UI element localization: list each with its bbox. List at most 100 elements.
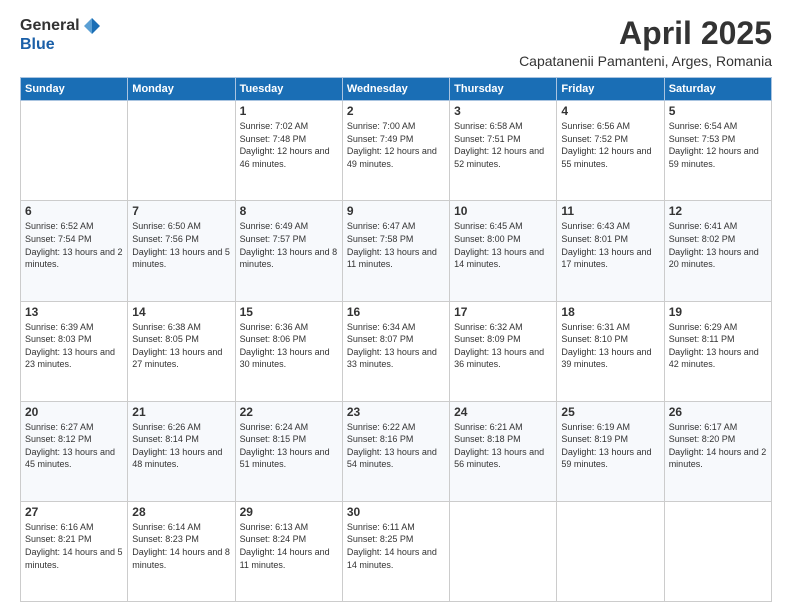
day-number: 15 bbox=[240, 305, 338, 319]
calendar-cell: 1 Sunrise: 7:02 AM Sunset: 7:48 PM Daylig… bbox=[235, 101, 342, 201]
month-title: April 2025 bbox=[519, 16, 772, 51]
day-number: 27 bbox=[25, 505, 123, 519]
calendar-cell bbox=[128, 101, 235, 201]
day-info: Sunrise: 7:02 AM Sunset: 7:48 PM Dayligh… bbox=[240, 120, 338, 170]
calendar-week-0: 1 Sunrise: 7:02 AM Sunset: 7:48 PM Daylig… bbox=[21, 101, 772, 201]
day-number: 24 bbox=[454, 405, 552, 419]
calendar-cell: 30Sunrise: 6:11 AM Sunset: 8:25 PM Dayli… bbox=[342, 501, 449, 601]
calendar-week-2: 13 Sunrise: 6:39 AM Sunset: 8:03 PM Dayli… bbox=[21, 301, 772, 401]
day-number: 20 bbox=[25, 405, 123, 419]
calendar-cell: 9 Sunrise: 6:47 AM Sunset: 7:58 PM Daylig… bbox=[342, 201, 449, 301]
day-info: Sunrise: 6:41 AM Sunset: 8:02 PM Dayligh… bbox=[669, 220, 767, 270]
subtitle: Capatanenii Pamanteni, Arges, Romania bbox=[519, 53, 772, 69]
logo-general: General bbox=[20, 17, 80, 35]
day-info: Sunrise: 6:19 AM Sunset: 8:19 PM Dayligh… bbox=[561, 421, 659, 471]
day-info: Sunrise: 6:38 AM Sunset: 8:05 PM Dayligh… bbox=[132, 321, 230, 371]
calendar-header: Sunday Monday Tuesday Wednesday Thursday… bbox=[21, 78, 772, 101]
day-info: Sunrise: 6:47 AM Sunset: 7:58 PM Dayligh… bbox=[347, 220, 445, 270]
col-friday: Friday bbox=[557, 78, 664, 101]
day-number: 5 bbox=[669, 104, 767, 118]
day-info: Sunrise: 6:24 AM Sunset: 8:15 PM Dayligh… bbox=[240, 421, 338, 471]
header-row: Sunday Monday Tuesday Wednesday Thursday… bbox=[21, 78, 772, 101]
day-info: Sunrise: 6:27 AM Sunset: 8:12 PM Dayligh… bbox=[25, 421, 123, 471]
day-number: 9 bbox=[347, 204, 445, 218]
calendar-cell: 8 Sunrise: 6:49 AM Sunset: 7:57 PM Daylig… bbox=[235, 201, 342, 301]
day-info: Sunrise: 6:50 AM Sunset: 7:56 PM Dayligh… bbox=[132, 220, 230, 270]
day-info: Sunrise: 6:49 AM Sunset: 7:57 PM Dayligh… bbox=[240, 220, 338, 270]
header: General Blue April 2025 Capatanenii Pama… bbox=[20, 16, 772, 69]
calendar-body: 1 Sunrise: 7:02 AM Sunset: 7:48 PM Daylig… bbox=[21, 101, 772, 602]
calendar-cell bbox=[450, 501, 557, 601]
day-info: Sunrise: 6:31 AM Sunset: 8:10 PM Dayligh… bbox=[561, 321, 659, 371]
day-number: 21 bbox=[132, 405, 230, 419]
col-saturday: Saturday bbox=[664, 78, 771, 101]
day-info: Sunrise: 6:29 AM Sunset: 8:11 PM Dayligh… bbox=[669, 321, 767, 371]
day-info: Sunrise: 7:00 AM Sunset: 7:49 PM Dayligh… bbox=[347, 120, 445, 170]
day-info: Sunrise: 6:54 AM Sunset: 7:53 PM Dayligh… bbox=[669, 120, 767, 170]
calendar-cell: 15 Sunrise: 6:36 AM Sunset: 8:06 PM Dayli… bbox=[235, 301, 342, 401]
day-number: 8 bbox=[240, 204, 338, 218]
calendar-cell: 18 Sunrise: 6:31 AM Sunset: 8:10 PM Dayli… bbox=[557, 301, 664, 401]
calendar-cell: 19 Sunrise: 6:29 AM Sunset: 8:11 PM Dayli… bbox=[664, 301, 771, 401]
calendar-cell: 28Sunrise: 6:14 AM Sunset: 8:23 PM Dayli… bbox=[128, 501, 235, 601]
calendar-cell bbox=[21, 101, 128, 201]
calendar-week-4: 27 Sunrise: 6:16 AM Sunset: 8:21 PM Dayli… bbox=[21, 501, 772, 601]
col-tuesday: Tuesday bbox=[235, 78, 342, 101]
calendar-cell: 11 Sunrise: 6:43 AM Sunset: 8:01 PM Dayli… bbox=[557, 201, 664, 301]
day-info: Sunrise: 6:16 AM Sunset: 8:21 PM Dayligh… bbox=[25, 521, 123, 571]
day-number: 28 bbox=[132, 505, 230, 519]
page: General Blue April 2025 Capatanenii Pama… bbox=[0, 0, 792, 612]
day-info: Sunrise: 6:52 AM Sunset: 7:54 PM Dayligh… bbox=[25, 220, 123, 270]
day-number: 11 bbox=[561, 204, 659, 218]
day-number: 16 bbox=[347, 305, 445, 319]
calendar-cell: 5 Sunrise: 6:54 AM Sunset: 7:53 PM Daylig… bbox=[664, 101, 771, 201]
day-info: Sunrise: 6:11 AM Sunset: 8:25 PM Dayligh… bbox=[347, 521, 445, 571]
day-number: 7 bbox=[132, 204, 230, 218]
day-info: Sunrise: 6:36 AM Sunset: 8:06 PM Dayligh… bbox=[240, 321, 338, 371]
calendar-week-3: 20 Sunrise: 6:27 AM Sunset: 8:12 PM Dayli… bbox=[21, 401, 772, 501]
day-info: Sunrise: 6:17 AM Sunset: 8:20 PM Dayligh… bbox=[669, 421, 767, 471]
day-info: Sunrise: 6:21 AM Sunset: 8:18 PM Dayligh… bbox=[454, 421, 552, 471]
logo-blue: Blue bbox=[20, 36, 102, 54]
calendar-cell bbox=[557, 501, 664, 601]
calendar-cell: 22 Sunrise: 6:24 AM Sunset: 8:15 PM Dayli… bbox=[235, 401, 342, 501]
calendar-cell: 16 Sunrise: 6:34 AM Sunset: 8:07 PM Dayli… bbox=[342, 301, 449, 401]
day-number: 10 bbox=[454, 204, 552, 218]
logo-row: General bbox=[20, 16, 102, 36]
day-number: 26 bbox=[669, 405, 767, 419]
day-info: Sunrise: 6:39 AM Sunset: 8:03 PM Dayligh… bbox=[25, 321, 123, 371]
day-number: 12 bbox=[669, 204, 767, 218]
day-info: Sunrise: 6:56 AM Sunset: 7:52 PM Dayligh… bbox=[561, 120, 659, 170]
title-block: April 2025 Capatanenii Pamanteni, Arges,… bbox=[519, 16, 772, 69]
day-info: Sunrise: 6:43 AM Sunset: 8:01 PM Dayligh… bbox=[561, 220, 659, 270]
day-info: Sunrise: 6:32 AM Sunset: 8:09 PM Dayligh… bbox=[454, 321, 552, 371]
calendar-cell: 10 Sunrise: 6:45 AM Sunset: 8:00 PM Dayli… bbox=[450, 201, 557, 301]
calendar-cell: 7 Sunrise: 6:50 AM Sunset: 7:56 PM Daylig… bbox=[128, 201, 235, 301]
day-number: 29 bbox=[240, 505, 338, 519]
day-info: Sunrise: 6:22 AM Sunset: 8:16 PM Dayligh… bbox=[347, 421, 445, 471]
day-info: Sunrise: 6:45 AM Sunset: 8:00 PM Dayligh… bbox=[454, 220, 552, 270]
day-number: 22 bbox=[240, 405, 338, 419]
logo: General Blue bbox=[20, 16, 102, 54]
day-number: 18 bbox=[561, 305, 659, 319]
calendar-cell: 14Sunrise: 6:38 AM Sunset: 8:05 PM Dayli… bbox=[128, 301, 235, 401]
day-number: 13 bbox=[25, 305, 123, 319]
calendar-cell: 27 Sunrise: 6:16 AM Sunset: 8:21 PM Dayli… bbox=[21, 501, 128, 601]
calendar-cell: 13 Sunrise: 6:39 AM Sunset: 8:03 PM Dayli… bbox=[21, 301, 128, 401]
logo-icon bbox=[82, 16, 102, 36]
calendar-cell: 20 Sunrise: 6:27 AM Sunset: 8:12 PM Dayli… bbox=[21, 401, 128, 501]
day-info: Sunrise: 6:13 AM Sunset: 8:24 PM Dayligh… bbox=[240, 521, 338, 571]
day-info: Sunrise: 6:58 AM Sunset: 7:51 PM Dayligh… bbox=[454, 120, 552, 170]
col-sunday: Sunday bbox=[21, 78, 128, 101]
day-number: 1 bbox=[240, 104, 338, 118]
day-number: 6 bbox=[25, 204, 123, 218]
day-number: 19 bbox=[669, 305, 767, 319]
calendar-cell: 4 Sunrise: 6:56 AM Sunset: 7:52 PM Daylig… bbox=[557, 101, 664, 201]
col-thursday: Thursday bbox=[450, 78, 557, 101]
calendar-table: Sunday Monday Tuesday Wednesday Thursday… bbox=[20, 77, 772, 602]
day-number: 4 bbox=[561, 104, 659, 118]
day-info: Sunrise: 6:34 AM Sunset: 8:07 PM Dayligh… bbox=[347, 321, 445, 371]
day-number: 17 bbox=[454, 305, 552, 319]
calendar-cell: 23Sunrise: 6:22 AM Sunset: 8:16 PM Dayli… bbox=[342, 401, 449, 501]
day-number: 25 bbox=[561, 405, 659, 419]
